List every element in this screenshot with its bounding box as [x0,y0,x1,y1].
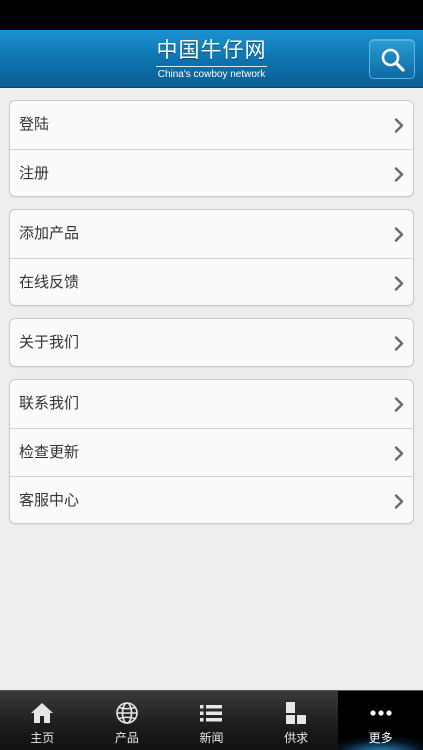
tab-label: 更多 [368,731,393,745]
chevron-right-icon [394,118,404,133]
menu-item-label: 关于我们 [19,333,80,351]
menu-group-content: 添加产品 在线反馈 [9,209,414,306]
chevron-right-icon [394,494,404,509]
chevron-right-icon [394,446,404,461]
menu-item-label: 注册 [19,164,50,182]
bottom-tab-bar: 主页 产品 新闻 供求 更多 [0,690,423,750]
tab-more[interactable]: 更多 [338,691,423,750]
menu-item-label: 联系我们 [19,394,80,412]
tab-news[interactable]: 新闻 [169,691,254,750]
logo: 中国牛仔网 China's cowboy network [0,38,423,81]
menu-item-label: 检查更新 [19,443,80,461]
tab-products[interactable]: 产品 [85,691,170,750]
tab-label: 产品 [114,731,139,745]
chevron-right-icon [394,276,404,291]
search-button[interactable] [369,39,415,79]
home-icon [31,703,54,723]
chevron-right-icon [394,167,404,182]
app-header: 中国牛仔网 China's cowboy network [0,30,423,88]
logo-subtitle: China's cowboy network [155,66,268,81]
blocks-icon [286,702,307,724]
menu-group-account: 登陆 注册 [9,100,414,197]
menu-item-login[interactable]: 登陆 [10,101,413,149]
menu-item-label: 在线反馈 [19,273,80,291]
tab-label: 供求 [284,731,309,745]
tab-home[interactable]: 主页 [0,691,85,750]
chevron-right-icon [394,227,404,242]
tab-label: 主页 [30,731,55,745]
menu-item-feedback[interactable]: 在线反馈 [10,258,413,305]
chevron-right-icon [394,336,404,351]
menu-item-customer-service[interactable]: 客服中心 [10,476,413,523]
tab-supply-demand[interactable]: 供求 [254,691,339,750]
menu-item-check-update[interactable]: 检查更新 [10,428,413,476]
globe-icon [116,702,138,724]
menu-item-label: 添加产品 [19,224,80,242]
list-icon [200,705,223,722]
menu-item-contact-us[interactable]: 联系我们 [10,380,413,428]
logo-title: 中国牛仔网 [156,38,267,62]
tab-label: 新闻 [199,731,224,745]
search-icon [381,48,405,72]
menu-item-label: 客服中心 [19,491,80,509]
menu-group-about: 关于我们 [9,318,414,367]
menu-item-add-product[interactable]: 添加产品 [10,210,413,258]
menu-item-label: 登陆 [19,115,50,133]
menu-item-about-us[interactable]: 关于我们 [10,319,413,366]
status-bar [0,0,423,30]
menu-group-support: 联系我们 检查更新 客服中心 [9,379,414,524]
menu-item-register[interactable]: 注册 [10,149,413,196]
chevron-right-icon [394,397,404,412]
more-dots-icon [370,710,392,716]
